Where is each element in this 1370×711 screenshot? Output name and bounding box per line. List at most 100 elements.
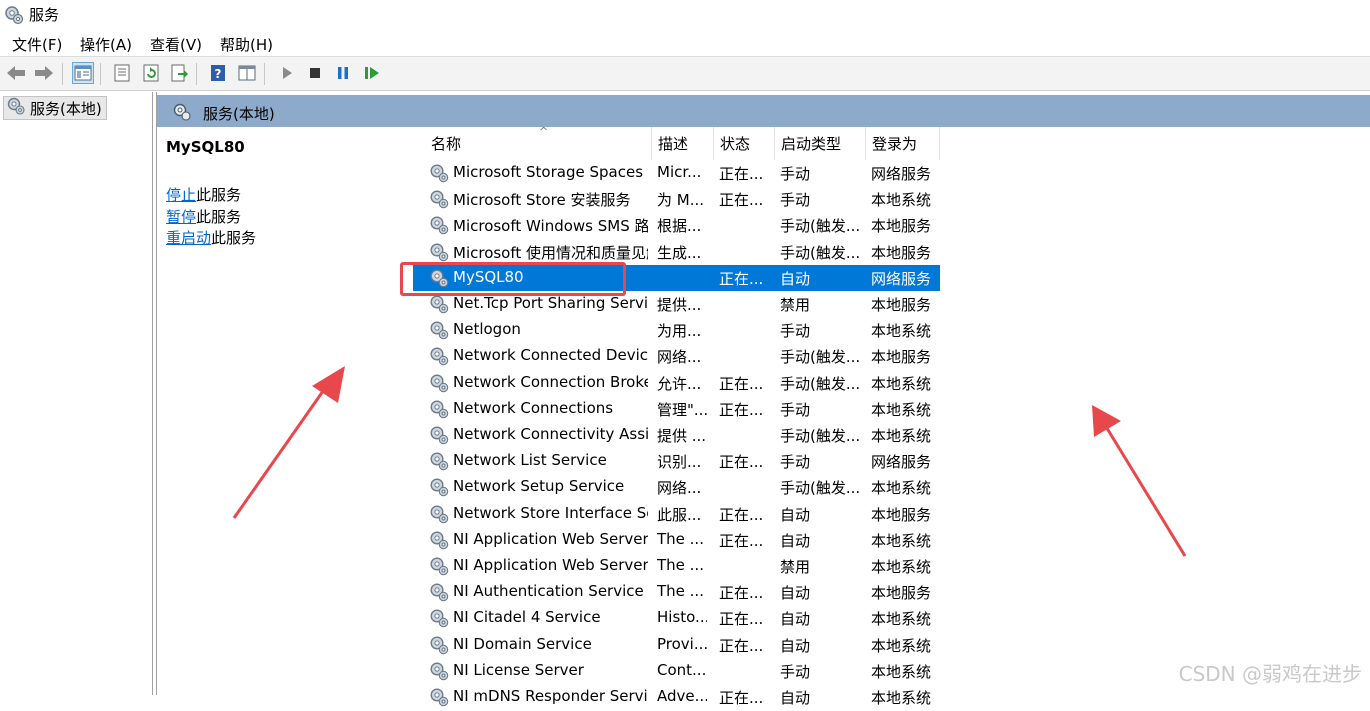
column-header-description[interactable]: 描述 bbox=[652, 127, 714, 160]
stop-service-link[interactable]: 停止 bbox=[166, 186, 196, 204]
service-name: NI Application Web Server bbox=[453, 529, 648, 548]
service-name: NI Citadel 4 Service bbox=[453, 608, 601, 627]
table-row[interactable]: NI Application Web Server (Legacy) The ..… bbox=[413, 553, 940, 579]
service-description: The ... bbox=[657, 556, 704, 574]
table-row[interactable]: Network Connectivity Assistant 提供 ... 手动(触… bbox=[413, 422, 940, 448]
pause-icon[interactable] bbox=[332, 62, 354, 84]
pause-service-link[interactable]: 暂停 bbox=[166, 208, 196, 226]
show-hide-pane-icon[interactable] bbox=[236, 62, 258, 84]
service-description: Provi... bbox=[657, 634, 707, 653]
table-row[interactable]: Network Setup Service 网络... 手动(触发... 本地系统 bbox=[413, 474, 940, 500]
menu-view[interactable]: 查看(V) bbox=[150, 34, 202, 55]
services-gear-icon bbox=[6, 97, 26, 119]
service-status: 正在... bbox=[719, 531, 764, 550]
restart-service-link[interactable]: 重启动 bbox=[166, 229, 211, 247]
table-row[interactable]: Microsoft 使用情况和质量见解 生成... 手动(触发... 本地服务 bbox=[413, 239, 940, 265]
help-icon[interactable]: ? bbox=[207, 62, 229, 84]
menu-file[interactable]: 文件(F) bbox=[12, 34, 62, 55]
tree-item-services-local[interactable]: 服务(本地) bbox=[3, 96, 107, 120]
service-name: Microsoft Storage Spaces SMP bbox=[453, 163, 648, 181]
forward-arrow-icon[interactable] bbox=[33, 62, 55, 84]
service-log-on-as: 本地服务 bbox=[871, 505, 932, 524]
service-status bbox=[719, 425, 769, 445]
table-row[interactable]: NI License Server Cont... 手动 本地系统 bbox=[413, 658, 940, 684]
service-description: 为 M... bbox=[657, 191, 705, 210]
service-startup-type: 自动 bbox=[780, 269, 811, 288]
service-name: Network Connection Broker bbox=[453, 372, 648, 391]
service-log-on-as: 本地服务 bbox=[871, 217, 932, 236]
table-row[interactable]: Microsoft Store 安装服务 为 M... 正在... 手动 本地系统 bbox=[413, 186, 940, 212]
toolbar-separator bbox=[264, 63, 265, 85]
details-header-title: 服务(本地) bbox=[203, 105, 275, 123]
table-row[interactable]: NI Citadel 4 Service Histo... 正在... 自动 本地系统 bbox=[413, 605, 940, 631]
service-description: Histo... bbox=[657, 608, 707, 627]
table-row[interactable]: NI Domain Service Provi... 正在... 自动 本地系统 bbox=[413, 632, 940, 658]
service-status bbox=[719, 215, 769, 235]
service-status bbox=[719, 320, 769, 340]
service-startup-type: 禁用 bbox=[780, 296, 811, 314]
service-status: 正在... bbox=[719, 505, 764, 524]
services-gear-icon bbox=[172, 103, 192, 125]
service-description: The ... bbox=[657, 582, 704, 601]
service-status: 正在... bbox=[719, 269, 764, 288]
selected-service-title: MySQL80 bbox=[166, 138, 245, 156]
console-tree-icon[interactable] bbox=[72, 62, 94, 84]
service-startup-type: 自动 bbox=[780, 531, 811, 550]
service-status bbox=[719, 556, 769, 576]
column-header-name[interactable]: ^ 名称 bbox=[425, 125, 652, 160]
table-row[interactable]: Network Connections 管理"... 正在... 手动 本地系统 bbox=[413, 396, 940, 422]
table-row[interactable]: Network Connection Broker 允许... 正在... 手动(触发… bbox=[413, 370, 940, 396]
table-row[interactable]: NI Authentication Service The ... 正在... 自动 本… bbox=[413, 579, 940, 605]
service-log-on-as: 本地服务 bbox=[871, 296, 932, 314]
service-log-on-as: 网络服务 bbox=[871, 269, 932, 288]
service-log-on-as: 本地系统 bbox=[871, 610, 932, 629]
table-row[interactable]: Microsoft Windows SMS 路由器服务根据... 手动(触发...… bbox=[413, 212, 940, 238]
resume-icon[interactable] bbox=[361, 62, 383, 84]
service-log-on-as: 本地系统 bbox=[871, 662, 932, 681]
table-row[interactable]: NI mDNS Responder Service Adve... 正在... 自动 本… bbox=[413, 684, 940, 710]
services-list: ^ 名称 描述 状态 启动类型 登录为 Microsoft Storage Sp… bbox=[413, 125, 1370, 707]
menu-help[interactable]: 帮助(H) bbox=[220, 34, 273, 55]
menu-action[interactable]: 操作(A) bbox=[80, 34, 132, 55]
service-startup-type: 手动 bbox=[780, 400, 811, 419]
properties-icon[interactable] bbox=[111, 62, 133, 84]
service-gear-icon bbox=[429, 608, 449, 632]
service-status: 正在... bbox=[719, 400, 764, 419]
service-status: 正在... bbox=[719, 453, 764, 472]
table-row[interactable]: Network Connected Devices Auto-Setup 网络..… bbox=[413, 343, 940, 369]
service-description: Micr... bbox=[657, 163, 702, 181]
service-startup-type: 手动 bbox=[780, 662, 811, 681]
service-startup-type: 手动(触发... bbox=[780, 427, 861, 445]
service-status: 正在... bbox=[719, 191, 764, 210]
service-status: 正在... bbox=[719, 374, 764, 393]
column-header-startup-type[interactable]: 启动类型 bbox=[775, 127, 866, 160]
service-startup-type: 自动 bbox=[780, 584, 811, 603]
column-header-log-on-as[interactable]: 登录为 bbox=[866, 127, 940, 160]
service-name: Microsoft 使用情况和质量见解 bbox=[453, 243, 648, 262]
service-description: Cont... bbox=[657, 660, 707, 679]
tree-item-label: 服务(本地) bbox=[30, 99, 102, 118]
table-row[interactable]: NI Application Web Server The ... 正在... 自动 本… bbox=[413, 527, 940, 553]
start-icon[interactable] bbox=[276, 62, 298, 84]
service-startup-type: 手动 bbox=[780, 453, 811, 472]
refresh-icon[interactable] bbox=[140, 62, 162, 84]
service-name: NI License Server bbox=[453, 660, 584, 679]
back-arrow-icon[interactable] bbox=[5, 62, 27, 84]
service-log-on-as: 本地系统 bbox=[871, 531, 932, 550]
service-status bbox=[719, 242, 769, 262]
service-name: NI Application Web Server (Legacy) bbox=[453, 556, 648, 574]
service-status: 正在... bbox=[719, 610, 764, 629]
service-log-on-as: 本地服务 bbox=[871, 243, 932, 262]
table-row[interactable]: Network List Service 识别... 正在... 手动 网络服务 bbox=[413, 448, 940, 474]
table-row[interactable]: Netlogon 为用... 手动 本地系统 bbox=[413, 317, 940, 343]
details-header: 服务(本地) bbox=[157, 95, 1370, 127]
stop-icon[interactable] bbox=[304, 62, 326, 84]
table-row[interactable]: Microsoft Storage Spaces SMP Micr... 正在...… bbox=[413, 160, 940, 186]
service-status: 正在... bbox=[719, 584, 764, 603]
table-row[interactable]: Network Store Interface Service 此服... 正在..… bbox=[413, 501, 940, 527]
service-description: 生成... bbox=[657, 243, 702, 262]
service-status bbox=[719, 477, 769, 497]
service-description: 为用... bbox=[657, 322, 702, 341]
column-header-status[interactable]: 状态 bbox=[714, 127, 775, 160]
export-icon[interactable] bbox=[168, 62, 190, 84]
